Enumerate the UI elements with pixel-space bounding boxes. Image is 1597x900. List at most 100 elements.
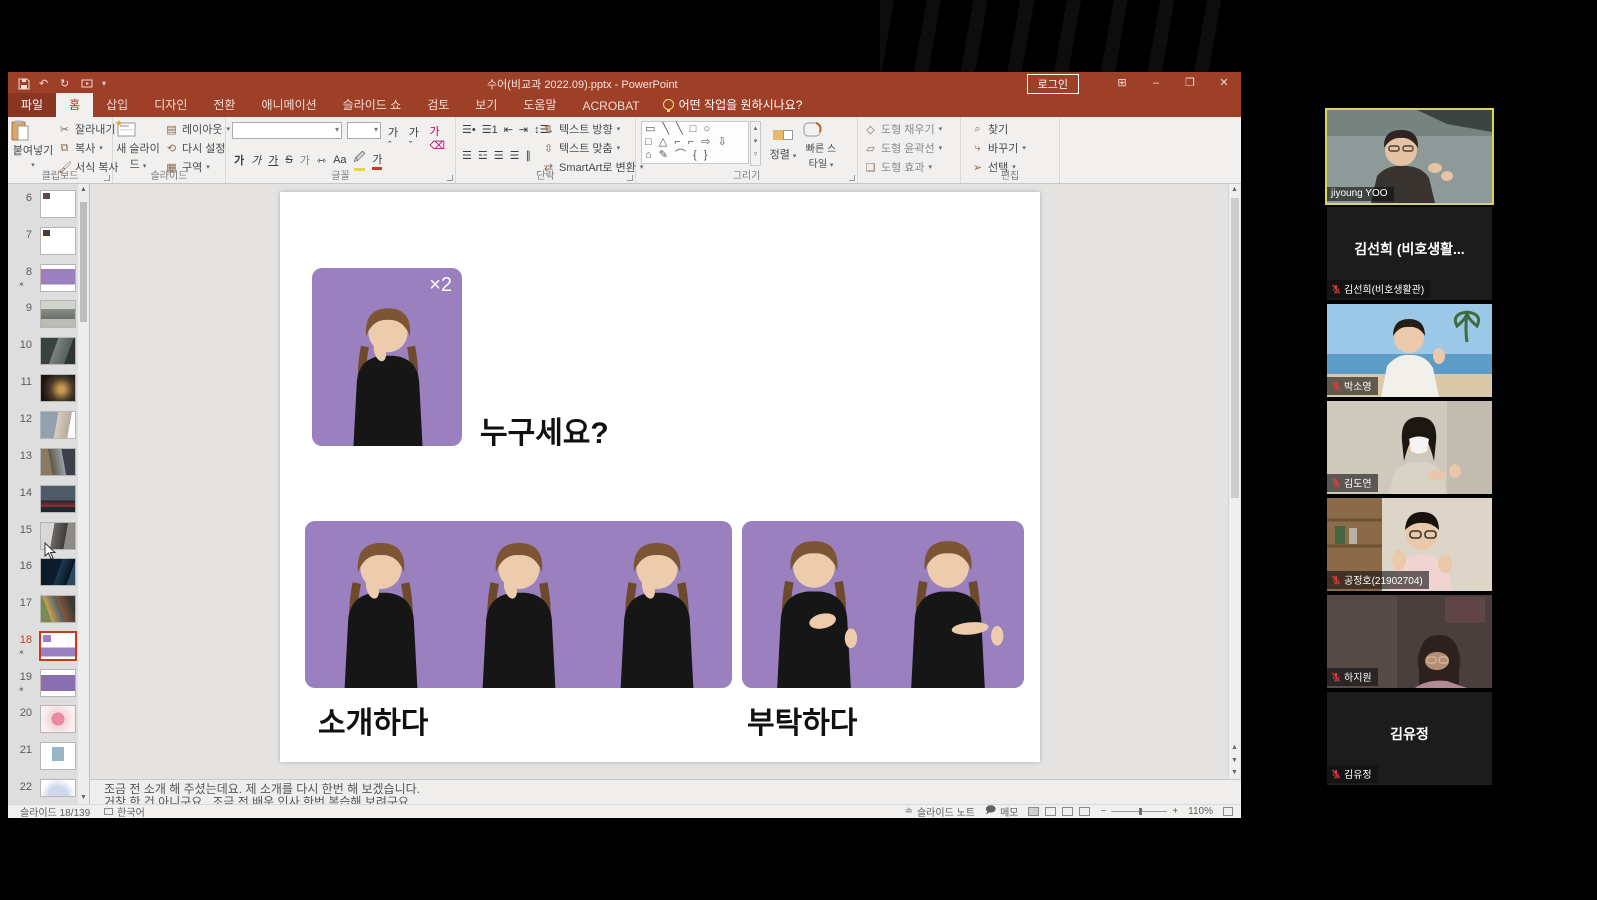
caption-request[interactable]: 부탁하다 <box>747 698 857 742</box>
decrease-indent-button[interactable]: ⇤ <box>504 123 513 136</box>
strikethrough-button[interactable]: S <box>285 154 292 166</box>
slide-thumb-8[interactable]: 8✶ <box>8 262 78 299</box>
align-center-button[interactable]: ☲ <box>478 149 488 162</box>
caption-introduce[interactable]: 소개하다 <box>318 698 428 742</box>
shadow-button[interactable]: 가 <box>300 152 310 168</box>
notes-pane[interactable]: 조금 전 소개 해 주셨는데요. 제 소개를 다시 한번 해 보겠습니다. 거창… <box>90 779 1241 804</box>
slide-thumb-21[interactable]: 21 <box>8 740 78 777</box>
increase-indent-button[interactable]: ⇥ <box>519 123 528 136</box>
tab-insert[interactable]: 삽입 <box>93 93 141 117</box>
comments-toggle-button[interactable]: 🗩메모 <box>985 803 1019 820</box>
text-direction-button[interactable]: ⇅텍스트 방향▾ <box>542 121 643 137</box>
participant-tile-gong-jeongho[interactable]: 공정호(21902704) <box>1327 498 1492 591</box>
zoom-slider[interactable]: − + <box>1100 806 1178 817</box>
tab-design[interactable]: 디자인 <box>141 93 200 117</box>
align-right-button[interactable]: ☰ <box>494 149 504 162</box>
font-dialog-launcher[interactable] <box>447 175 453 181</box>
participant-tile-kim-doyeon[interactable]: 김도연 <box>1327 401 1492 494</box>
undo-icon[interactable]: ↶ <box>39 78 51 90</box>
grow-font-button[interactable]: 가ˆ <box>388 124 402 152</box>
font-size-combo[interactable] <box>347 122 381 139</box>
save-icon[interactable] <box>18 78 30 90</box>
copy-button[interactable]: ⧉복사▾ <box>58 140 119 156</box>
shapes-gallery-scrollbar[interactable]: ▴▾▿ <box>750 121 761 166</box>
participant-tile-kim-yujeong[interactable]: 김유정 김유정 <box>1327 692 1492 785</box>
slideshow-view-button[interactable] <box>1079 807 1090 816</box>
replace-button[interactable]: ⤷바꾸기▾ <box>971 140 1026 156</box>
reading-view-button[interactable] <box>1062 807 1073 816</box>
slide-scrollbar[interactable]: ▲ ▲ ▼ ▼ <box>1228 184 1240 779</box>
maximize-icon[interactable]: ❐ <box>1173 72 1207 95</box>
participant-tile-kim-sunhee[interactable]: 김선희 (비호생활... 김선희(비호생활관) <box>1327 207 1492 300</box>
arrange-button[interactable]: 정렬 ▾ <box>766 120 800 162</box>
qat-more-icon[interactable]: ▾ <box>102 78 114 90</box>
justify-button[interactable]: ☰ <box>510 149 520 162</box>
cut-button[interactable]: ✂잘라내기 <box>58 121 119 137</box>
participant-tile-ha-jiwon[interactable]: 하지원 <box>1327 595 1492 688</box>
slide-thumb-11[interactable]: 11 <box>8 372 78 409</box>
redo-icon[interactable]: ↻ <box>60 78 72 90</box>
shapes-gallery[interactable]: ▭ ╲ ╲ □ ○ □ △ ⌐ ⌐ ⇨ ⇩ ⌂ ✎ ⌒ { } <box>641 121 749 164</box>
drawing-dialog-launcher[interactable] <box>849 175 855 181</box>
char-spacing-button[interactable]: ⇿ <box>317 154 326 167</box>
numbering-button[interactable]: ☰1 <box>482 123 498 136</box>
scroll-up-icon[interactable]: ▲ <box>1229 184 1240 196</box>
find-button[interactable]: ⌕찾기 <box>971 121 1026 137</box>
slide-thumb-17[interactable]: 17 <box>8 593 78 630</box>
tab-home[interactable]: 홈 <box>56 93 93 117</box>
shrink-font-button[interactable]: 가ˇ <box>409 124 423 152</box>
zoom-in-icon[interactable]: + <box>1172 806 1178 817</box>
scroll-down-icon[interactable]: ▼ <box>78 792 89 804</box>
notes-toggle-button[interactable]: ≐슬라이드 노트 <box>905 804 975 819</box>
start-slideshow-icon[interactable] <box>81 78 93 90</box>
scroll-up-icon[interactable]: ▲ <box>78 184 89 196</box>
slide-thumb-10[interactable]: 10 <box>8 335 78 372</box>
sign-image-introduce[interactable] <box>305 521 732 688</box>
columns-button[interactable]: ∥ <box>526 149 532 162</box>
slide-thumb-9[interactable]: 9 <box>8 298 78 335</box>
slide-thumb-20[interactable]: 20 <box>8 703 78 740</box>
minimize-icon[interactable]: – <box>1139 72 1173 95</box>
slide-thumb-7[interactable]: 7 <box>8 225 78 262</box>
slide-thumb-6[interactable]: 6 <box>8 188 78 225</box>
reset-button[interactable]: ⟲다시 설정 <box>165 140 230 156</box>
shape-fill-button[interactable]: ◇도형 채우기▾ <box>864 121 942 137</box>
slide-thumb-12[interactable]: 12 <box>8 409 78 446</box>
scrollbar-thumb[interactable] <box>1231 198 1239 498</box>
slide-thumb-16[interactable]: 16 <box>8 556 78 593</box>
shape-effects-button[interactable]: ❑도형 효과▾ <box>864 159 942 175</box>
tab-acrobat[interactable]: ACROBAT <box>570 96 653 117</box>
zoom-thumb[interactable] <box>1139 808 1142 815</box>
change-case-button[interactable]: Aa <box>333 154 346 166</box>
zoom-level[interactable]: 110% <box>1188 806 1213 817</box>
bullets-button[interactable]: ☰• <box>462 123 476 136</box>
participant-tile-jiyoung-yoo[interactable]: jiyoung YOO <box>1327 110 1492 203</box>
layout-button[interactable]: ▤레이아웃▾ <box>165 121 230 137</box>
slide-thumb-19[interactable]: 19✶ <box>8 667 78 704</box>
zoom-track[interactable] <box>1111 811 1167 812</box>
slide-thumb-13[interactable]: 13 <box>8 446 78 483</box>
slide-thumb-14[interactable]: 14 <box>8 483 78 520</box>
paste-button[interactable]: 붙여넣기 ▾ <box>10 120 56 170</box>
next-slide-icon[interactable]: ▼ <box>1229 755 1240 766</box>
tab-file[interactable]: 파일 <box>8 93 56 117</box>
sign-image-request[interactable] <box>742 521 1024 688</box>
quick-styles-button[interactable]: 빠른 스타일 ▾ <box>802 120 840 170</box>
paragraph-dialog-launcher[interactable] <box>627 175 633 181</box>
new-slide-button[interactable]: 새 슬라이드 ▾ <box>115 120 161 172</box>
tab-review[interactable]: 검토 <box>414 93 462 117</box>
slide-18[interactable]: ×2 누구세요? 소개하다 부탁하다 <box>280 192 1040 762</box>
zoom-out-icon[interactable]: − <box>1100 806 1106 817</box>
clear-formatting-button[interactable]: 가⌫ <box>429 123 455 152</box>
bold-button[interactable]: 가 <box>234 152 244 168</box>
slide-question-text[interactable]: 누구세요? <box>480 408 609 452</box>
clipboard-dialog-launcher[interactable] <box>104 175 110 181</box>
fit-to-window-icon[interactable] <box>1223 807 1233 816</box>
login-button[interactable]: 로그인 <box>1027 74 1079 94</box>
tab-slideshow[interactable]: 슬라이드 쇼 <box>330 93 415 117</box>
slide-thumb-15[interactable]: 15 <box>8 520 78 557</box>
normal-view-button[interactable] <box>1028 807 1039 816</box>
tab-view[interactable]: 보기 <box>462 93 510 117</box>
thumbnail-scrollbar[interactable]: ▲ ▼ <box>78 184 89 804</box>
scroll-down-icon[interactable]: ▼ <box>1229 767 1240 779</box>
